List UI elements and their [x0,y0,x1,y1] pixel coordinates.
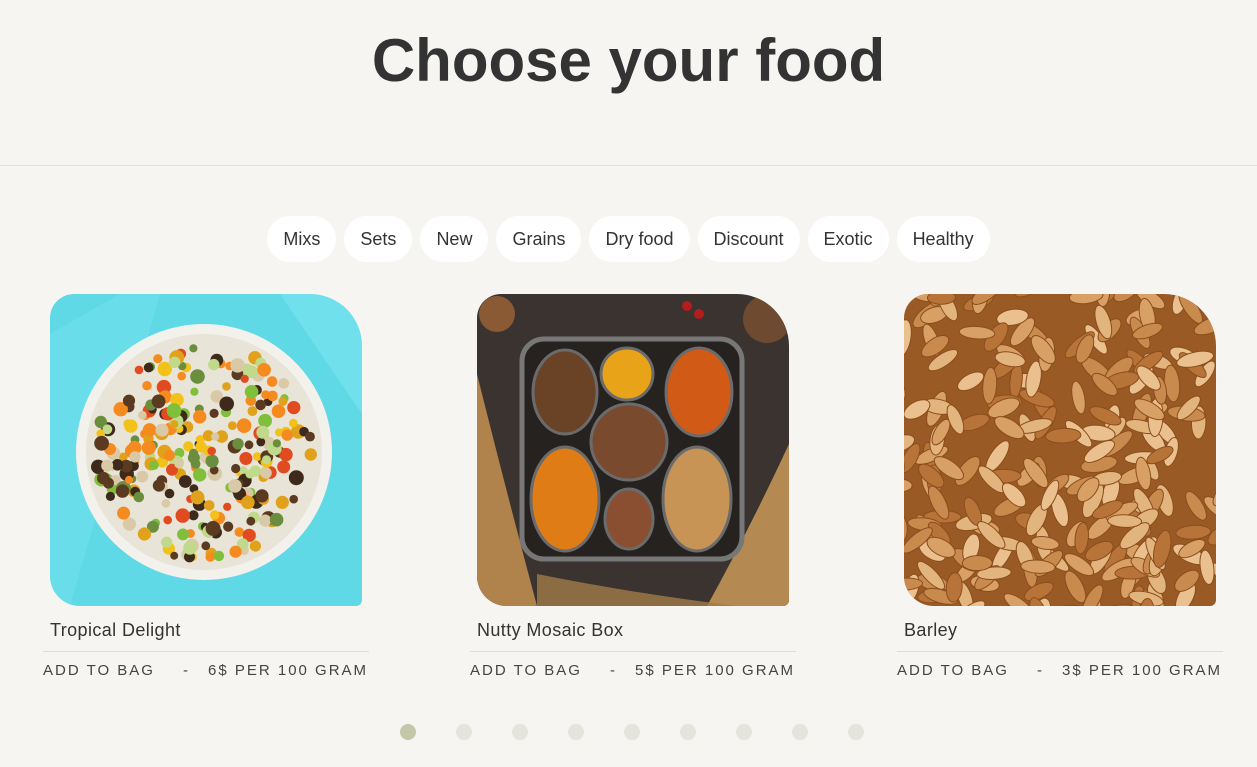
barley-grains-illustration [904,294,1216,606]
filter-chip-discount[interactable]: Discount [697,216,800,262]
filter-chip-healthy[interactable]: Healthy [896,216,990,262]
product-name: Barley [904,620,958,640]
product-name: Nutty Mosaic Box [477,620,624,640]
card-divider [470,651,796,652]
card-divider [897,651,1223,652]
product-price: 5$ PER 100 GRAM [634,662,796,679]
carousel-dot[interactable] [680,724,696,740]
price-separator: - [182,662,190,679]
page-header: Choose your food [0,0,1257,166]
carousel-dot[interactable] [568,724,584,740]
carousel-dot[interactable] [624,724,640,740]
carousel-pagination [400,724,864,740]
filter-chip-dry-food[interactable]: Dry food [589,216,690,262]
carousel-dot[interactable] [456,724,472,740]
filter-chip-new[interactable]: New [420,216,489,262]
card-footer: ADD TO BAG - 3$ PER 100 GRAM [897,662,1223,679]
price-separator: - [609,662,617,679]
food-mix-plate-illustration [50,294,362,606]
product-image-tropical-delight[interactable] [50,294,362,606]
carousel-dot[interactable] [736,724,752,740]
card-divider [43,651,369,652]
product-image-barley[interactable] [904,294,1216,606]
product-image-nutty-mosaic-box[interactable] [477,294,789,606]
product-price: 3$ PER 100 GRAM [1061,662,1223,679]
price-separator: - [1036,662,1044,679]
product-card-tropical-delight: Tropical Delight ADD TO BAG - 6$ PER 100… [43,294,369,679]
carousel-dot[interactable] [848,724,864,740]
filter-chip-mixs[interactable]: Mixs [267,216,337,262]
carousel-dot[interactable] [512,724,528,740]
product-card-barley: Barley ADD TO BAG - 3$ PER 100 GRAM [897,294,1223,679]
carousel-dot[interactable] [792,724,808,740]
page-title: Choose your food [371,27,886,94]
filter-chip-grains[interactable]: Grains [496,216,582,262]
filter-chip-exotic[interactable]: Exotic [807,216,889,262]
card-footer: ADD TO BAG - 5$ PER 100 GRAM [470,662,796,679]
filter-chip-sets[interactable]: Sets [344,216,413,262]
product-card-nutty-mosaic-box: Nutty Mosaic Box ADD TO BAG - 5$ PER 100… [470,294,796,679]
product-price: 6$ PER 100 GRAM [207,662,369,679]
carousel-dot[interactable] [400,724,416,740]
add-to-bag-button[interactable]: ADD TO BAG [470,662,582,679]
nut-tray-illustration [477,294,789,606]
card-footer: ADD TO BAG - 6$ PER 100 GRAM [43,662,369,679]
add-to-bag-button[interactable]: ADD TO BAG [43,662,155,679]
category-filters: Mixs Sets New Grains Dry food Discount E… [0,216,1257,262]
product-name: Tropical Delight [50,620,181,640]
add-to-bag-button[interactable]: ADD TO BAG [897,662,1009,679]
